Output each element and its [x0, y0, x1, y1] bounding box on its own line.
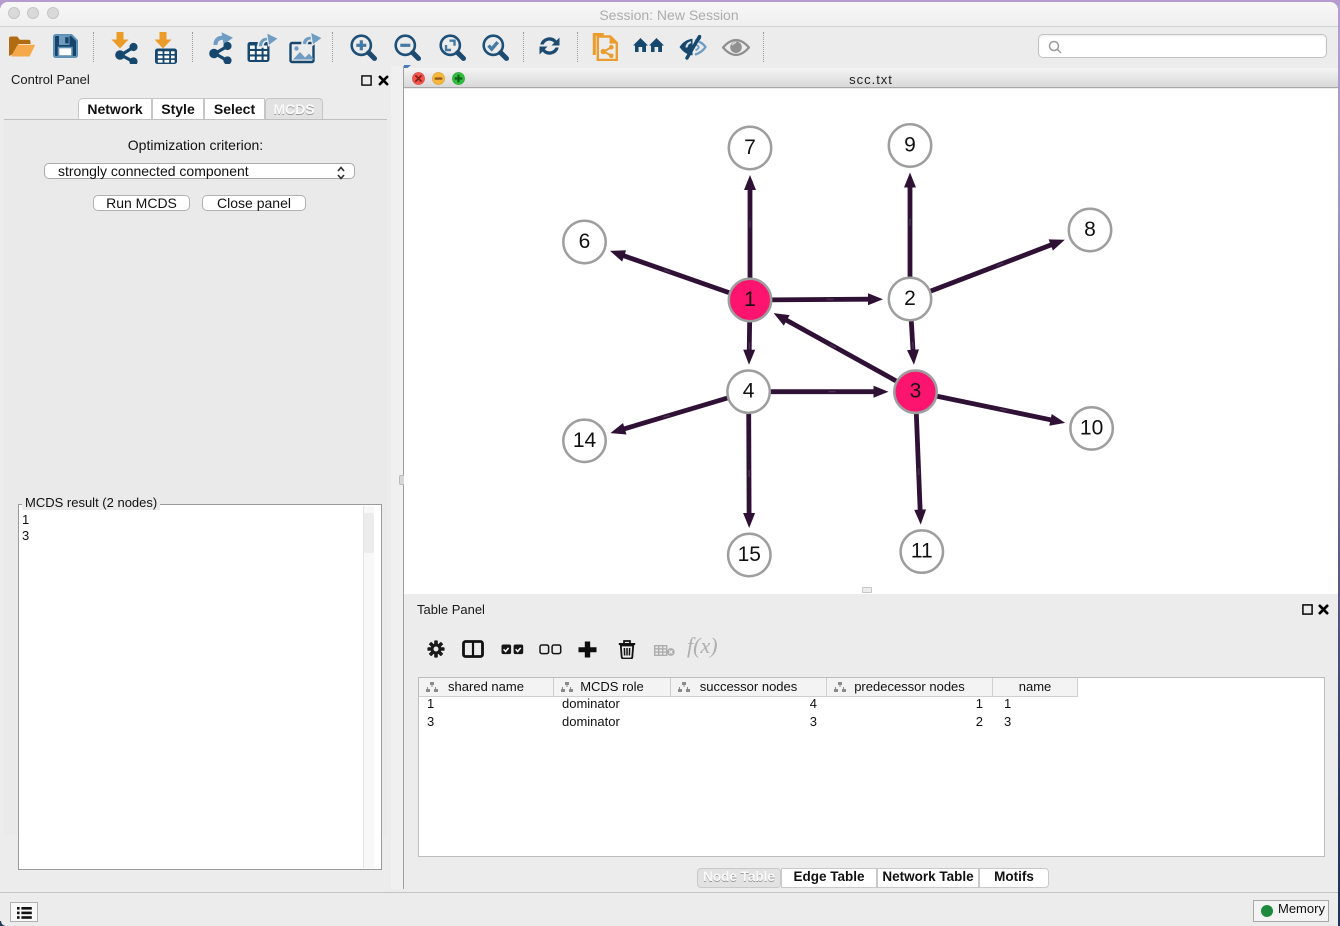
svg-text:2: 2: [904, 287, 916, 310]
svg-text:11: 11: [911, 540, 933, 563]
svg-text:4: 4: [743, 380, 755, 403]
svg-text:10: 10: [1080, 416, 1103, 439]
svg-text:15: 15: [738, 543, 761, 566]
svg-text:3: 3: [910, 380, 922, 403]
svg-text:9: 9: [904, 134, 916, 157]
svg-text:1: 1: [744, 288, 756, 311]
svg-text:7: 7: [744, 136, 756, 159]
svg-text:14: 14: [573, 429, 597, 452]
svg-text:6: 6: [579, 230, 591, 253]
svg-text:8: 8: [1084, 218, 1096, 241]
